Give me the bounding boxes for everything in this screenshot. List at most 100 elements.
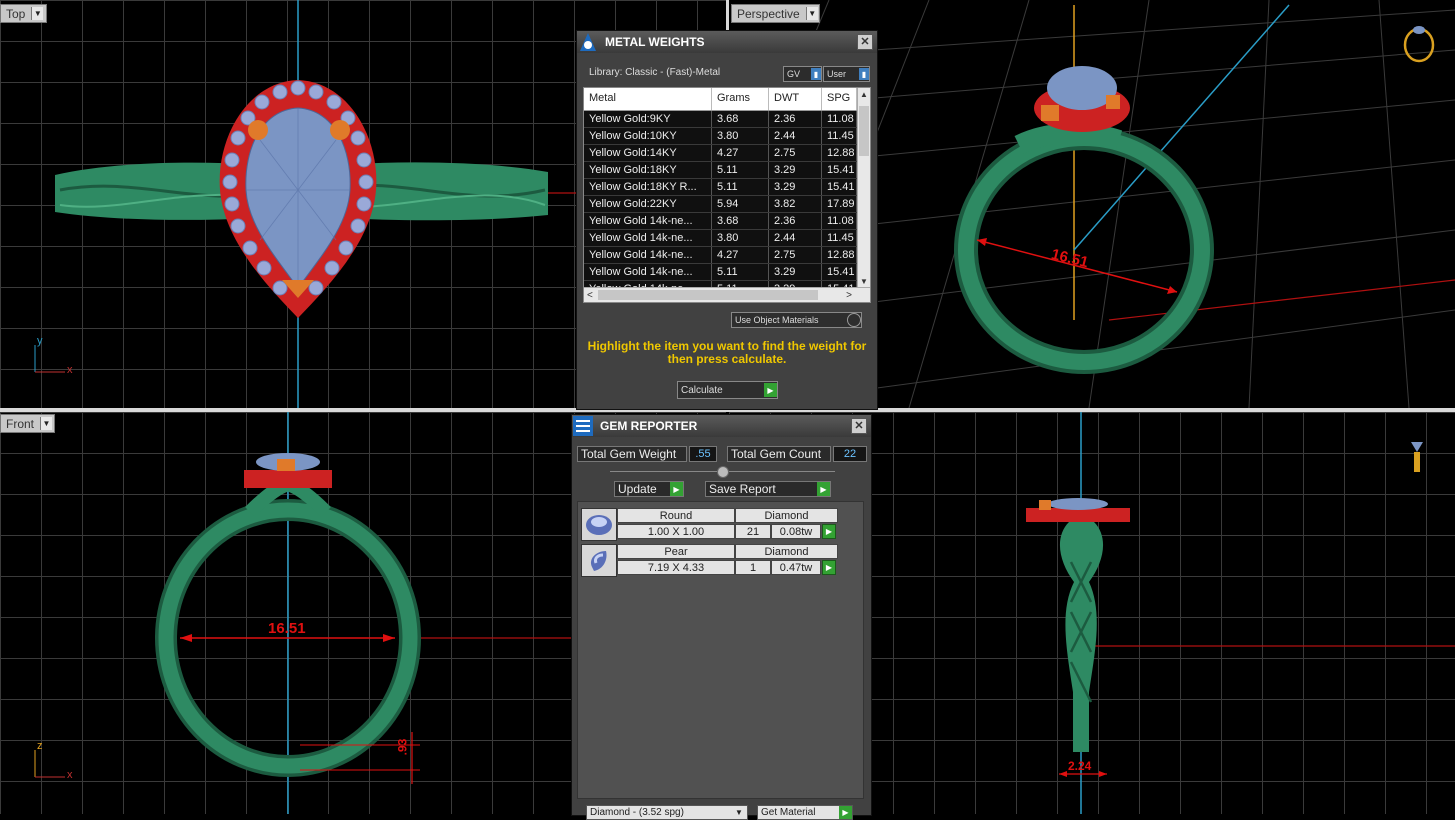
gem-material: Diamond (735, 508, 838, 523)
cell-spg: 15.41 (822, 264, 857, 280)
table-row[interactable]: Yellow Gold 14k-ne... 3.68 2.36 11.08 (584, 213, 870, 230)
radio-icon (847, 313, 861, 327)
column-header-grams[interactable]: Grams (712, 88, 769, 110)
cell-spg: 12.88 (822, 145, 857, 161)
total-gem-count-label: Total Gem Count (727, 446, 831, 462)
scroll-left-icon[interactable]: < (587, 290, 593, 301)
cell-grams: 5.11 (712, 162, 769, 178)
table-row[interactable]: Yellow Gold:18KY 5.11 3.29 15.41 (584, 162, 870, 179)
round-gem-icon (581, 508, 617, 541)
cell-metal: Yellow Gold:10KY (584, 128, 712, 144)
save-report-button[interactable]: Save Report ▶ (705, 481, 831, 497)
cell-dwt: 2.75 (769, 145, 822, 161)
viewport-label-top[interactable]: Top ▼ (0, 4, 47, 23)
cell-spg: 12.88 (822, 247, 857, 263)
button-label: Get Material (761, 807, 816, 818)
cell-metal: Yellow Gold 14k-ne... (584, 264, 712, 280)
table-row[interactable]: Yellow Gold 14k-ne... 4.27 2.75 12.88 (584, 247, 870, 264)
play-arrow-icon: ▶ (670, 482, 683, 496)
cell-dwt: 3.29 (769, 264, 822, 280)
close-icon[interactable]: ✕ (851, 418, 867, 434)
button-label: Update (618, 482, 657, 496)
viewport-label-front[interactable]: Front ▼ (0, 414, 55, 433)
cell-grams: 4.27 (712, 247, 769, 263)
vertical-scrollbar[interactable]: ▲ ▼ (857, 88, 870, 288)
scrollbar-thumb[interactable] (598, 290, 818, 300)
toggle-label: User (827, 69, 847, 79)
toggle-indicator-icon: ▮ (859, 68, 869, 80)
table-row[interactable]: Yellow Gold:22KY 5.94 3.82 17.89 (584, 196, 870, 213)
cell-spg: 11.08 (822, 213, 857, 229)
cell-dwt: 3.29 (769, 179, 822, 195)
total-gem-weight-label: Total Gem Weight (577, 446, 687, 462)
button-label: Save Report (709, 482, 776, 496)
user-toggle[interactable]: User ▮ (823, 66, 870, 82)
gem-size: 7.19 X 4.33 (617, 560, 735, 575)
chevron-down-icon[interactable]: ▼ (735, 808, 747, 817)
select-value: Diamond - (3.52 spg) (590, 807, 684, 818)
chevron-down-icon[interactable]: ▼ (40, 417, 53, 430)
gem-weight: 0.08tw (771, 524, 821, 539)
play-arrow-icon: ▶ (764, 383, 777, 397)
front-height-label: .93 (395, 738, 410, 756)
cell-grams: 3.68 (712, 111, 769, 127)
gem-row-pear[interactable]: Pear Diamond 7.19 X 4.33 1 0.47tw ▶ (581, 544, 838, 577)
cell-spg: 17.89 (822, 196, 857, 212)
cell-grams: 4.27 (712, 145, 769, 161)
axis-x-label: x (67, 364, 73, 376)
table-body: Yellow Gold:9KY 3.68 2.36 11.08 Yellow Gold:… (584, 111, 870, 298)
cell-grams: 3.80 (712, 128, 769, 144)
metal-weights-titlebar[interactable]: METAL WEIGHTS ✕ (577, 31, 877, 53)
material-select[interactable]: Diamond - (3.52 spg) ▼ (586, 805, 748, 820)
scroll-down-icon[interactable]: ▼ (860, 277, 868, 286)
metal-weights-logo-icon (580, 33, 596, 51)
metal-weights-panel[interactable]: METAL WEIGHTS ✕ Library: Classic - (Fast… (576, 30, 878, 410)
gem-reporter-titlebar[interactable]: GEM REPORTER ✕ (572, 415, 871, 437)
table-row[interactable]: Yellow Gold 14k-ne... 3.80 2.44 11.45 (584, 230, 870, 247)
column-header-dwt[interactable]: DWT (769, 88, 822, 110)
right-width-label: 2.24 (1068, 759, 1092, 773)
total-gem-count-value: 22 (833, 446, 867, 462)
gem-select-arrow-icon[interactable]: ▶ (822, 560, 836, 575)
metal-weights-table[interactable]: Metal Grams DWT SPG Yellow Gold:9KY 3.68 2… (583, 87, 871, 303)
cell-metal: Yellow Gold 14k-ne... (584, 230, 712, 246)
cell-metal: Yellow Gold 14k-ne... (584, 213, 712, 229)
collapse-handle-icon[interactable] (717, 466, 729, 478)
front-diameter-label: 16.51 (268, 620, 306, 637)
gem-reporter-panel[interactable]: GEM REPORTER ✕ Total Gem Weight .55 Tota… (571, 414, 872, 820)
table-row[interactable]: Yellow Gold:9KY 3.68 2.36 11.08 (584, 111, 870, 128)
chevron-down-icon[interactable]: ▼ (31, 7, 44, 20)
update-button[interactable]: Update ▶ (614, 481, 684, 497)
toggle-label: Use Object Materials (735, 315, 819, 325)
table-row[interactable]: Yellow Gold:18KY R... 5.11 3.29 15.41 (584, 179, 870, 196)
scrollbar-thumb[interactable] (859, 106, 869, 156)
calculate-button[interactable]: Calculate ▶ (677, 381, 778, 399)
use-object-materials-toggle[interactable]: Use Object Materials (731, 312, 862, 328)
chevron-down-icon[interactable]: ▼ (805, 7, 818, 20)
horizontal-scrollbar[interactable]: < > (584, 287, 870, 302)
table-row[interactable]: Yellow Gold:14KY 4.27 2.75 12.88 (584, 145, 870, 162)
play-arrow-icon: ▶ (839, 806, 852, 819)
scroll-right-icon[interactable]: > (846, 290, 852, 301)
scroll-up-icon[interactable]: ▲ (860, 90, 868, 99)
gem-shape: Pear (617, 544, 735, 559)
column-header-metal[interactable]: Metal (584, 88, 712, 110)
cell-dwt: 3.82 (769, 196, 822, 212)
close-icon[interactable]: ✕ (857, 34, 873, 50)
table-row[interactable]: Yellow Gold 14k-ne...5.113.2915.41 (584, 264, 870, 281)
viewport-label-text: Front (6, 416, 35, 431)
column-header-spg[interactable]: SPG (822, 88, 857, 110)
play-arrow-icon: ▶ (817, 482, 830, 496)
gem-list[interactable]: Round Diamond 1.00 X 1.00 21 0.08tw ▶ Pe… (577, 501, 864, 799)
gv-toggle[interactable]: GV ▮ (783, 66, 822, 82)
total-gem-weight-value: .55 (689, 446, 717, 462)
library-label: Library: Classic - (Fast)-Metal (589, 67, 721, 78)
axis-x-label: x (67, 769, 73, 781)
table-row[interactable]: Yellow Gold:10KY 3.80 2.44 11.45 (584, 128, 870, 145)
cell-spg: 11.08 (822, 111, 857, 127)
cell-metal: Yellow Gold:14KY (584, 145, 712, 161)
gem-row-round[interactable]: Round Diamond 1.00 X 1.00 21 0.08tw ▶ (581, 508, 838, 541)
gem-select-arrow-icon[interactable]: ▶ (822, 524, 836, 539)
viewport-label-perspective[interactable]: Perspective ▼ (731, 4, 820, 23)
get-material-button[interactable]: Get Material ▶ (757, 805, 853, 820)
